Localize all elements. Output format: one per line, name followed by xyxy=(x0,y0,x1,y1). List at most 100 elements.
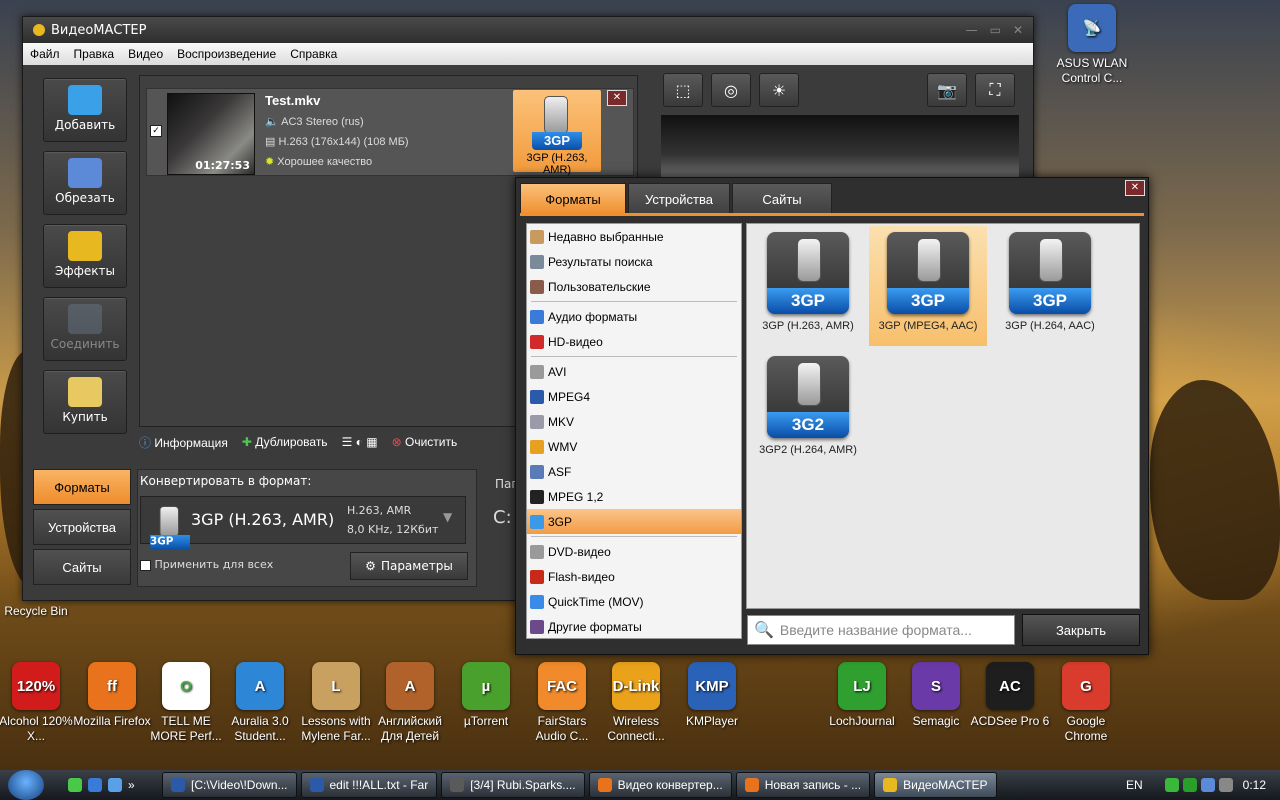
category-item[interactable]: MPEG 1,2 xyxy=(527,484,741,509)
torrent-tray-icon[interactable] xyxy=(1182,778,1197,792)
minimize-icon[interactable]: — xyxy=(966,23,978,37)
fullscreen-button[interactable]: ⛶ xyxy=(975,73,1015,107)
menu-edit[interactable]: Правка xyxy=(67,47,122,61)
menu-file[interactable]: Файл xyxy=(23,47,67,61)
desktop-icon[interactable]: A Английский Для Детей xyxy=(370,662,450,744)
category-item[interactable]: AVI xyxy=(527,359,741,384)
category-item[interactable]: Аудио форматы xyxy=(527,304,741,329)
category-icon xyxy=(530,279,544,294)
category-item[interactable]: DVD-видео xyxy=(527,539,741,564)
category-item[interactable]: Пользовательские xyxy=(527,274,741,299)
desktop-icon[interactable]: O TELL ME MORE Perf... xyxy=(146,662,226,744)
category-item[interactable]: ASF xyxy=(527,459,741,484)
start-button[interactable] xyxy=(8,770,44,800)
tab-sites[interactable]: Сайты xyxy=(33,549,131,585)
dialog-tab-formats[interactable]: Форматы xyxy=(520,183,626,214)
desktop-icon-asus-wlan[interactable]: 📡 ASUS WLAN Control C... xyxy=(1052,4,1132,86)
desktop-icon[interactable]: L Lessons with Mylene Far... xyxy=(296,662,376,744)
duplicate-button[interactable]: ✚ Дублировать xyxy=(242,435,328,449)
format-option[interactable]: 3GP 3GP (H.263, AMR) xyxy=(749,226,867,346)
format-option[interactable]: 3G2 3GP2 (H.264, AMR) xyxy=(749,350,867,470)
taskbar-button[interactable]: Новая запись - ... xyxy=(735,772,871,798)
desktop-icon[interactable]: KMP KMPlayer xyxy=(672,662,752,729)
tool-icon xyxy=(68,231,102,261)
tab-devices[interactable]: Устройства xyxy=(33,509,131,545)
desktop-icon[interactable]: S Semagic xyxy=(896,662,976,729)
format-label: 3GP (H.263, AMR) xyxy=(762,320,854,332)
file-checkbox[interactable]: ✓ xyxy=(150,125,162,137)
fullscreen-icon: ⛶ xyxy=(989,80,1001,99)
category-item[interactable]: MPEG4 xyxy=(527,384,741,409)
taskbar-button[interactable]: [C:\Video\!Down... xyxy=(162,772,297,798)
format-selector[interactable]: 3GP 3GP (H.263, AMR) H.263, AMR 8,0 KHz,… xyxy=(140,496,466,550)
clear-button[interactable]: ⊗ Очистить xyxy=(392,435,458,449)
tool-button[interactable]: Эффекты xyxy=(43,224,127,288)
desktop-icon[interactable]: G Google Chrome xyxy=(1046,662,1126,744)
menu-video[interactable]: Видео xyxy=(121,47,170,61)
output-path[interactable]: C: xyxy=(493,507,512,528)
close-icon[interactable]: ✕ xyxy=(1013,23,1023,37)
taskbar-button[interactable]: edit !!!ALL.txt - Far xyxy=(300,772,438,798)
format-search-input[interactable]: 🔍 Введите название формата... xyxy=(747,615,1015,645)
format-option[interactable]: 3GP 3GP (H.264, AAC) xyxy=(991,226,1109,346)
chevron-right-icon[interactable]: » xyxy=(128,778,135,792)
dialog-tab-devices[interactable]: Устройства xyxy=(628,183,730,214)
category-item[interactable]: 3GP xyxy=(527,509,741,534)
desktop-icon-recycle-bin[interactable]: Recycle Bin xyxy=(0,604,74,619)
close-button[interactable]: Закрыть xyxy=(1022,614,1140,646)
category-item[interactable]: Другие форматы xyxy=(527,614,741,639)
tool-button[interactable]: Обрезать xyxy=(43,151,127,215)
remove-file-icon[interactable]: ✕ xyxy=(607,90,627,106)
messenger-icon[interactable] xyxy=(108,778,122,792)
category-item[interactable]: Недавно выбранные xyxy=(527,224,741,249)
file-name: Test.mkv xyxy=(265,93,321,108)
maximize-icon[interactable]: ▭ xyxy=(990,23,1001,37)
desktop-icon[interactable] xyxy=(68,778,82,792)
brightness-button[interactable]: ☀ xyxy=(759,73,799,107)
file-format-badge[interactable]: 3GP 3GP (H.263, AMR) xyxy=(513,90,601,176)
menu-playback[interactable]: Воспроизведение xyxy=(170,47,283,61)
category-item[interactable]: QuickTime (MOV) xyxy=(527,589,741,614)
taskbar-button[interactable]: Видео конвертер... xyxy=(588,772,732,798)
format-option[interactable]: 3GP 3GP (MPEG4, AAC) xyxy=(869,226,987,346)
menu-help[interactable]: Справка xyxy=(283,47,344,61)
dialog-tab-sites[interactable]: Сайты xyxy=(732,183,832,214)
desktop-icon-label: TELL ME MORE Perf... xyxy=(150,714,222,743)
category-item[interactable]: MKV xyxy=(527,409,741,434)
dialog-close-icon[interactable]: ✕ xyxy=(1125,180,1145,196)
desktop-icon[interactable]: 120% Alcohol 120% X... xyxy=(0,662,76,744)
taskbar-button[interactable]: [3/4] Rubi.Sparks.... xyxy=(441,772,585,798)
tray-icon[interactable] xyxy=(1164,778,1179,792)
category-item[interactable]: Результаты поиска xyxy=(527,249,741,274)
desktop-icon[interactable]: ff Mozilla Firefox xyxy=(72,662,152,729)
tool-button[interactable]: Добавить xyxy=(43,78,127,142)
crop-button[interactable]: ⬚ xyxy=(663,73,703,107)
task-label: ВидеоМАСТЕР xyxy=(903,778,988,792)
quicklaunch-icon[interactable] xyxy=(88,778,102,792)
category-item[interactable]: HD-видео xyxy=(527,329,741,354)
chevron-down-icon[interactable]: ▼ xyxy=(443,510,452,524)
tool-button[interactable]: Соединить xyxy=(43,297,127,361)
desktop-icon[interactable]: AC ACDSee Pro 6 xyxy=(970,662,1050,729)
desktop-icon[interactable]: LJ LochJournal xyxy=(822,662,902,729)
category-item[interactable]: Flash-видео xyxy=(527,564,741,589)
taskbar-button[interactable]: ВидеоМАСТЕР xyxy=(874,772,997,798)
desktop-icon[interactable]: A Auralia 3.0 Student... xyxy=(220,662,300,744)
apply-all-checkbox[interactable]: Применить для всех xyxy=(140,558,273,571)
volume-tray-icon[interactable] xyxy=(1218,778,1233,792)
desktop-icon[interactable]: D-Link Wireless Connecti... xyxy=(596,662,676,744)
info-button[interactable]: ⓘ Информация xyxy=(139,434,228,451)
params-button[interactable]: ⚙ Параметры xyxy=(350,552,468,580)
category-item[interactable]: WMV xyxy=(527,434,741,459)
tab-formats[interactable]: Форматы xyxy=(33,469,131,505)
snapshot-button[interactable]: 📷 xyxy=(927,73,967,107)
desktop-icon[interactable]: FAC FairStars Audio C... xyxy=(522,662,602,744)
category-label: Результаты поиска xyxy=(548,254,653,269)
rotate-button[interactable]: ◎ xyxy=(711,73,751,107)
view-toggle[interactable]: ☰ ◐ ▦ xyxy=(342,435,378,449)
network-tray-icon[interactable] xyxy=(1200,778,1215,792)
tool-button[interactable]: Купить xyxy=(43,370,127,434)
language-indicator[interactable]: EN xyxy=(1126,778,1143,792)
category-label: Другие форматы xyxy=(548,619,642,634)
desktop-icon[interactable]: µ µTorrent xyxy=(446,662,526,729)
